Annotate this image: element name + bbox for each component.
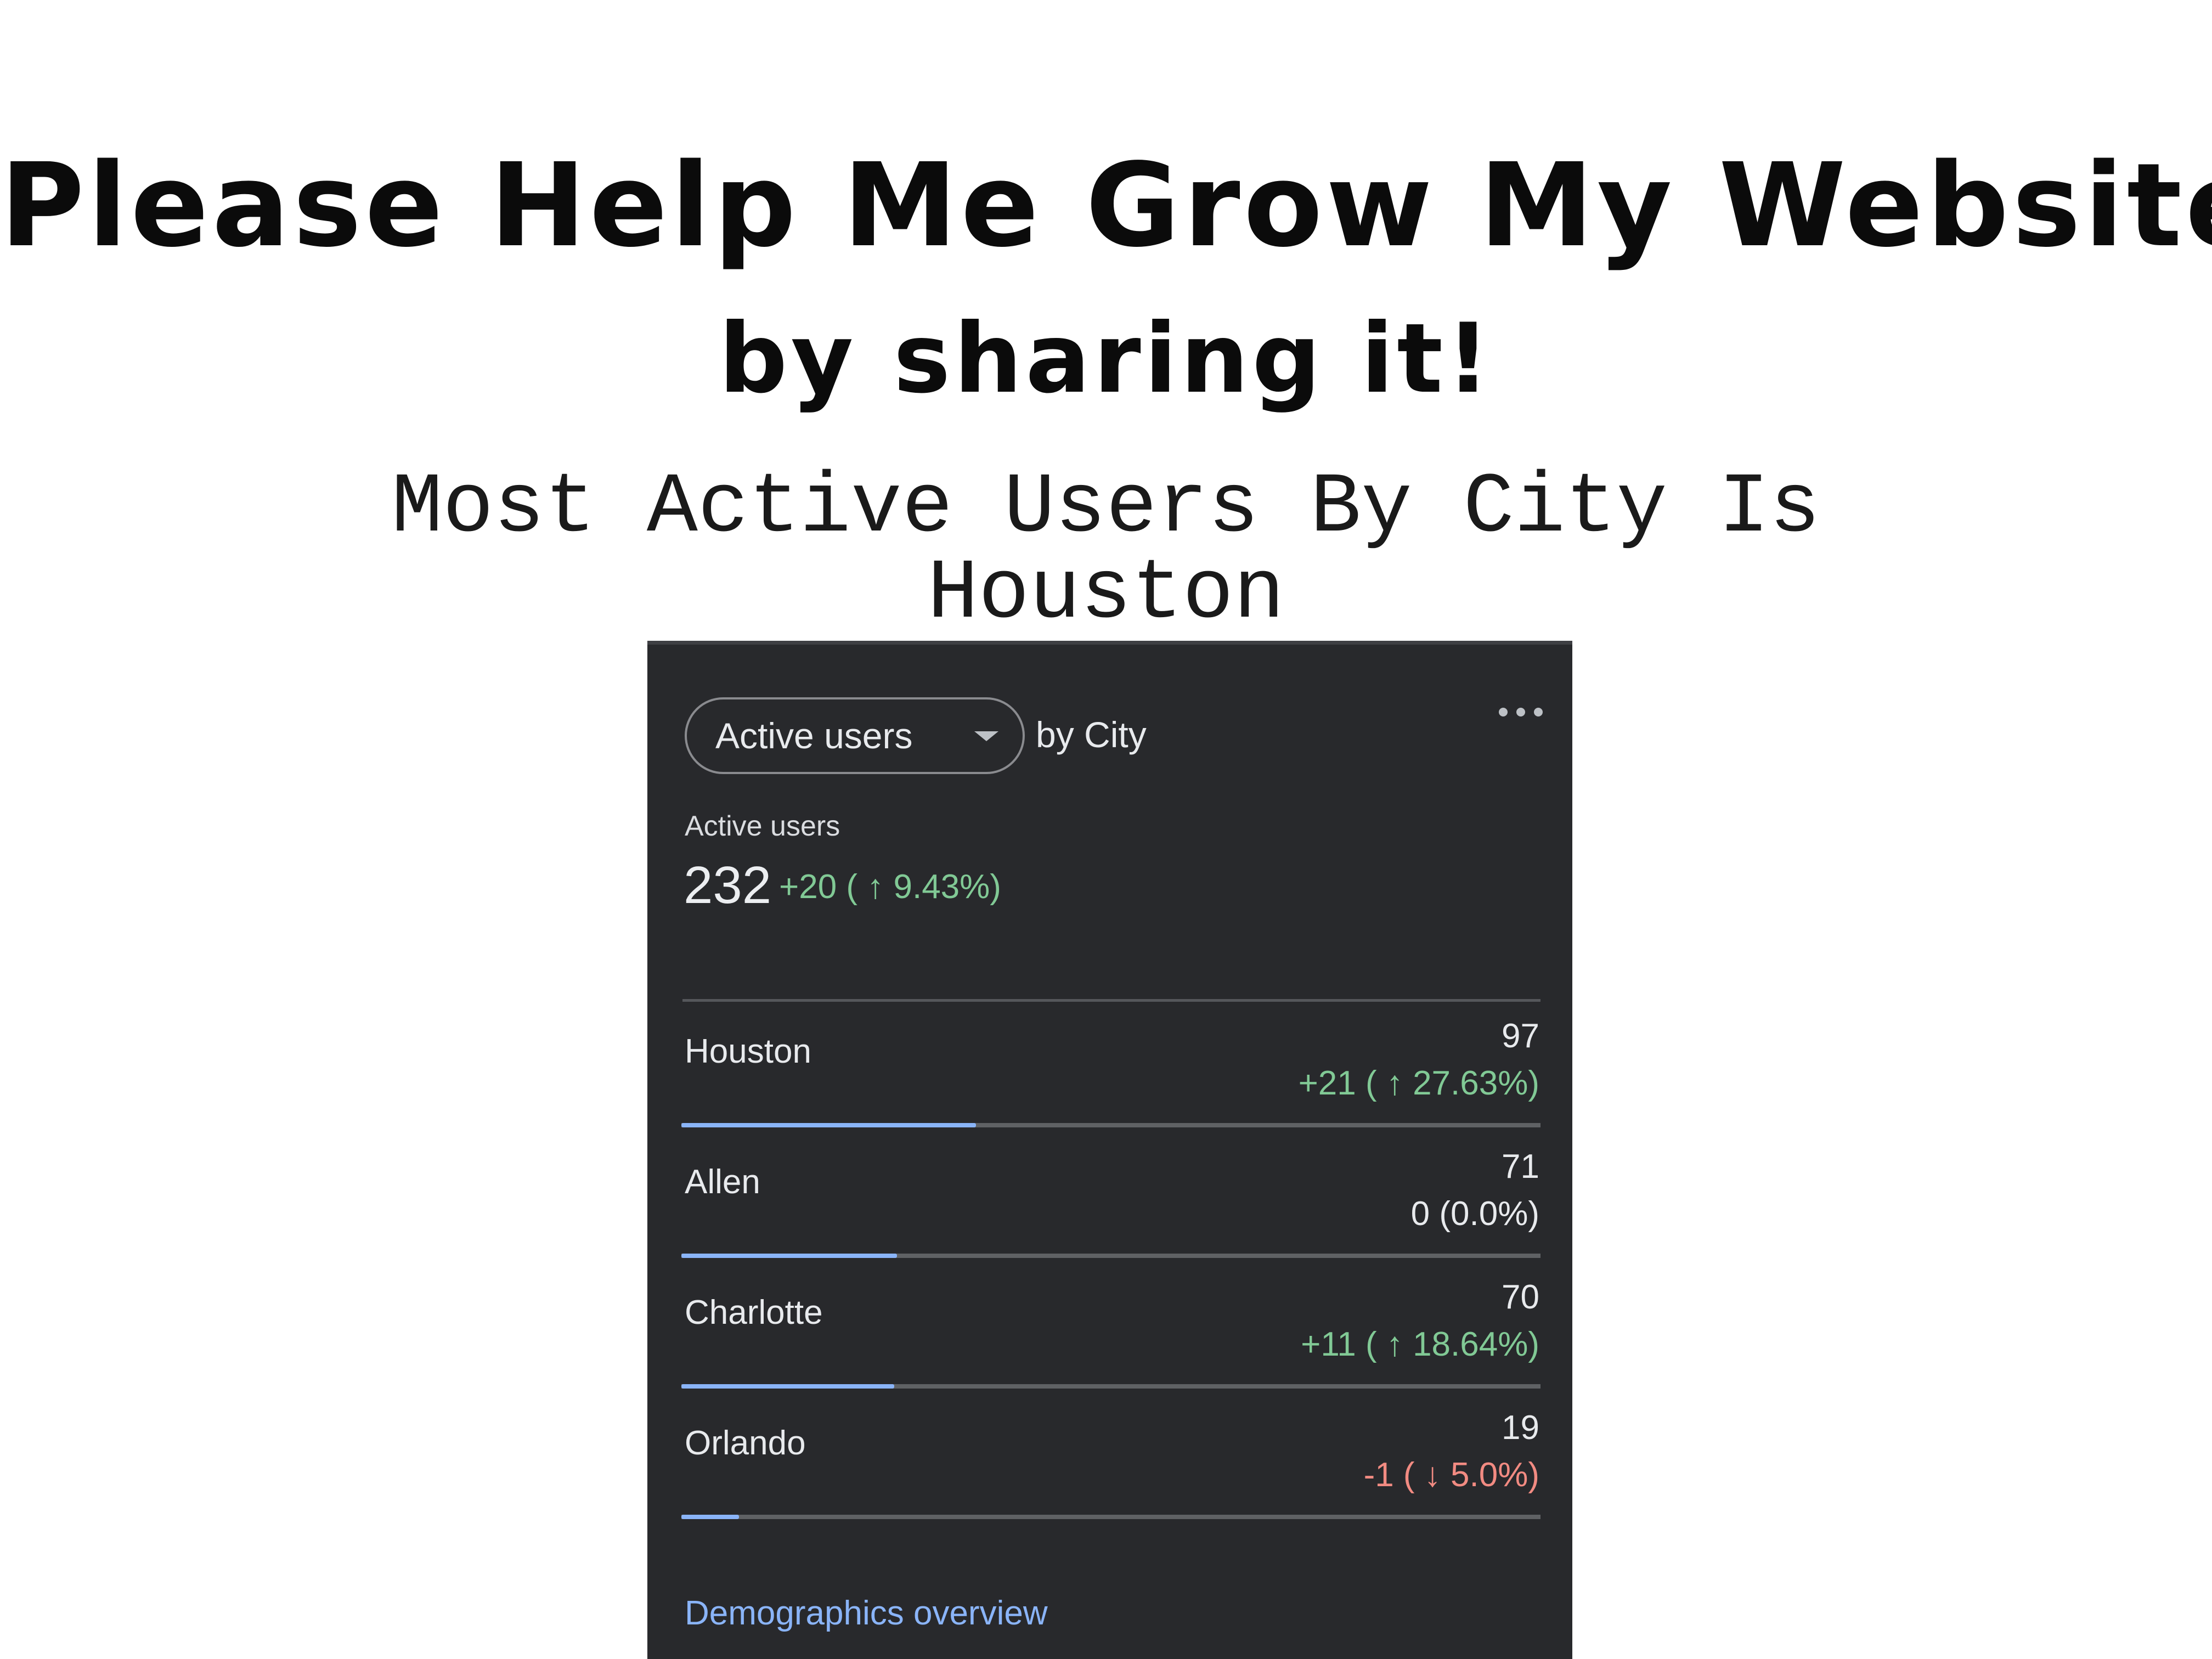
city-share-bar bbox=[681, 1384, 894, 1389]
city-share-track bbox=[681, 1384, 1541, 1389]
city-value: 71 bbox=[1502, 1148, 1539, 1186]
city-change: +21 ( ↑ 27.63%) bbox=[1298, 1064, 1539, 1102]
city-row[interactable]: Orlando 19 -1 ( ↓ 5.0%) bbox=[647, 1394, 1572, 1525]
city-name: Houston bbox=[685, 1032, 811, 1070]
city-name: Allen bbox=[685, 1163, 760, 1201]
metric-selector-label: Active users bbox=[715, 715, 913, 756]
city-value: 97 bbox=[1502, 1017, 1539, 1055]
city-name: Charlotte bbox=[685, 1294, 823, 1331]
headline-line-2: by sharing it! bbox=[719, 303, 1493, 415]
metric-selector-dropdown[interactable]: Active users bbox=[685, 697, 1025, 774]
city-share-bar bbox=[681, 1515, 739, 1519]
more-horizontal-icon[interactable] bbox=[1499, 705, 1543, 719]
city-share-track bbox=[681, 1515, 1541, 1519]
dimension-label: by City bbox=[1036, 714, 1147, 755]
summary-label: Active users bbox=[685, 810, 840, 842]
summary-change: +20 ( ↑ 9.43%) bbox=[779, 868, 1001, 906]
city-row[interactable]: Houston 97 +21 ( ↑ 27.63%) bbox=[647, 1002, 1572, 1133]
more-dot bbox=[1499, 708, 1508, 716]
city-share-track bbox=[681, 1254, 1541, 1258]
city-value: 19 bbox=[1502, 1409, 1539, 1447]
city-share-track bbox=[681, 1123, 1541, 1127]
city-change: 0 (0.0%) bbox=[1410, 1195, 1539, 1233]
page: Please Help Me Grow My Website by sharin… bbox=[0, 0, 2212, 1659]
city-value: 70 bbox=[1502, 1278, 1539, 1316]
summary-value: 232 bbox=[684, 856, 772, 915]
more-dot bbox=[1516, 708, 1525, 716]
more-dot bbox=[1534, 708, 1543, 716]
city-change: +11 ( ↑ 18.64%) bbox=[1301, 1325, 1539, 1363]
subheadline-line-2: Houston bbox=[927, 546, 1285, 642]
city-row[interactable]: Charlotte 70 +11 ( ↑ 18.64%) bbox=[647, 1263, 1572, 1394]
city-share-bar bbox=[681, 1254, 897, 1258]
city-row[interactable]: Allen 71 0 (0.0%) bbox=[647, 1133, 1572, 1263]
divider bbox=[682, 999, 1541, 1002]
active-users-by-city-card: Active users by City Active users 232 +2… bbox=[647, 641, 1572, 1659]
city-share-bar bbox=[681, 1123, 976, 1127]
subheadline-line-1: Most Active Users By City Is bbox=[391, 460, 1821, 556]
caret-down-icon bbox=[974, 731, 998, 741]
demographics-overview-link[interactable]: Demographics overview bbox=[685, 1593, 1048, 1634]
headline-line-1: Please Help Me Grow My Website bbox=[0, 138, 2212, 273]
city-name: Orlando bbox=[685, 1424, 806, 1462]
city-change: -1 ( ↓ 5.0%) bbox=[1363, 1456, 1539, 1494]
